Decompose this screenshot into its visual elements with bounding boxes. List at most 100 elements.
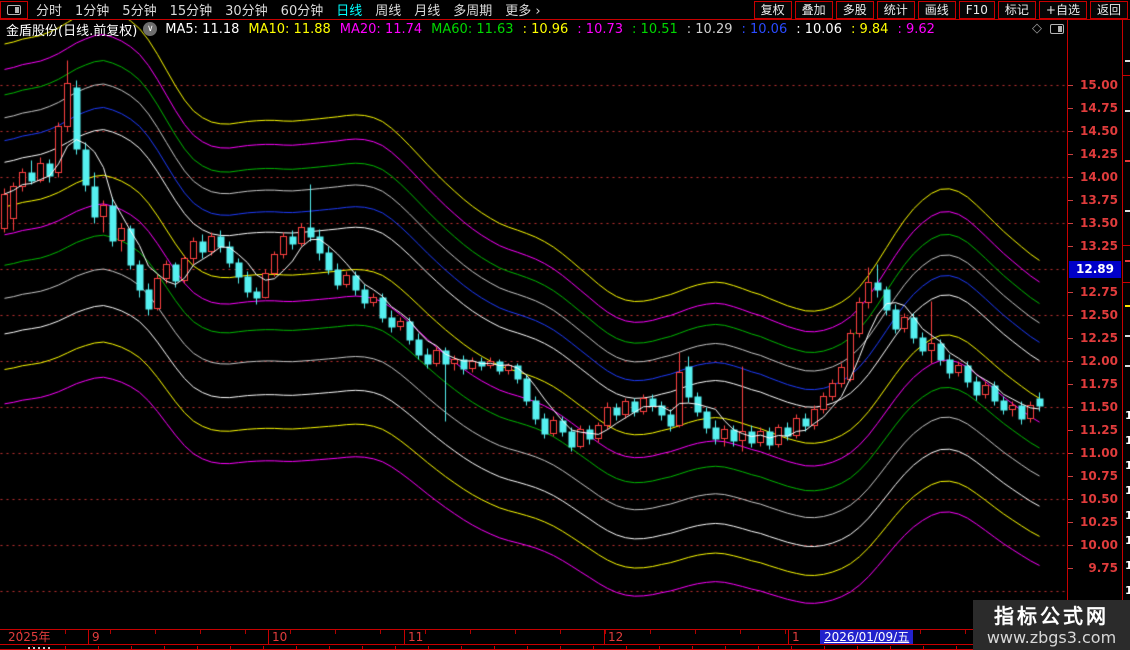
date-minor-tick [920, 630, 921, 634]
watermark-url: www.zbgs3.com [987, 628, 1116, 647]
price-axis-tick [1068, 522, 1073, 523]
ma-legend-item: : 10.51 [632, 22, 678, 37]
date-axis-label: 12 [608, 631, 623, 644]
price-axis-label: 11.00 [1080, 446, 1118, 460]
clipped-glyph-fragment [1125, 160, 1130, 162]
action-button-返回[interactable]: 返回 [1090, 1, 1128, 19]
price-axis-tick [1068, 407, 1073, 408]
price-axis-tick [1068, 85, 1073, 86]
date-minor-tick [65, 630, 66, 634]
clipped-glyph-fragment [1125, 365, 1130, 367]
toolbar-actions: 复权叠加多股统计画线F10标记+自选返回 [754, 1, 1128, 19]
period-tab-30分钟[interactable]: 30分钟 [225, 0, 268, 19]
date-minor-tick [290, 630, 291, 634]
price-axis-label: 13.75 [1080, 193, 1118, 207]
date-minor-tick [200, 630, 201, 634]
ma-legend-item: MA20: 11.74 [340, 22, 422, 37]
ma-legend: MA5: 11.18MA10: 11.88MA20: 11.74MA60: 11… [165, 22, 944, 37]
panel-toggle-icon[interactable] [1050, 24, 1064, 34]
action-button-画线[interactable]: 画线 [918, 1, 956, 19]
clipped-digit: 1 [1125, 410, 1130, 422]
date-minor-tick [380, 630, 381, 634]
diamond-marker-icon[interactable]: ◇ [1032, 22, 1042, 36]
price-axis: 15.0014.7514.5014.2514.0013.7513.5013.25… [1067, 20, 1122, 629]
price-axis-label: 9.75 [1088, 561, 1118, 575]
price-axis-label: 13.50 [1080, 216, 1118, 230]
price-axis-tick [1068, 430, 1073, 431]
price-axis-label: 14.00 [1080, 170, 1118, 184]
action-button-+自选[interactable]: +自选 [1039, 1, 1087, 19]
price-axis-label: 10.75 [1080, 469, 1118, 483]
price-axis-label: 14.50 [1080, 124, 1118, 138]
action-button-F10[interactable]: F10 [959, 1, 995, 19]
period-tab-多周期[interactable]: 多周期 [453, 0, 492, 19]
date-minor-tick [785, 630, 786, 634]
price-axis-tick [1068, 108, 1073, 109]
price-axis-tick [1068, 131, 1073, 132]
price-axis-tick [1068, 361, 1073, 362]
chevron-down-icon[interactable]: ∨ [143, 22, 157, 36]
date-axis-label: 2025年 [8, 631, 51, 644]
layout-toggle-button[interactable] [0, 1, 28, 19]
clipped-digit: 1 [1125, 485, 1130, 497]
current-price-tag: 12.89 [1069, 261, 1121, 278]
clipped-glyph-fragment [1125, 260, 1130, 262]
period-tab-周线[interactable]: 周线 [375, 0, 401, 19]
price-axis-label: 10.25 [1080, 515, 1118, 529]
period-tab-月线[interactable]: 月线 [414, 0, 440, 19]
date-minor-tick [515, 630, 516, 634]
month-divider [788, 630, 789, 644]
date-minor-tick [470, 630, 471, 634]
watermark-box: 指标公式网 www.zbgs3.com [973, 600, 1130, 650]
action-button-多股[interactable]: 多股 [836, 1, 874, 19]
clipped-bottom-row [0, 646, 1122, 650]
clipped-digit: 1 [1125, 460, 1130, 472]
date-minor-tick [650, 630, 651, 634]
date-minor-tick [245, 630, 246, 634]
stock-title: 金盾股份(日线.前复权) [6, 20, 137, 39]
clipped-digit: 1 [1125, 585, 1130, 597]
period-tab-更多 ›[interactable]: 更多 › [505, 0, 540, 19]
ma-legend-item: MA10: 11.88 [248, 22, 330, 37]
price-axis-label: 14.75 [1080, 101, 1118, 115]
action-button-复权[interactable]: 复权 [754, 1, 792, 19]
clipped-digit: 1 [1125, 510, 1130, 522]
period-tab-15分钟[interactable]: 15分钟 [170, 0, 213, 19]
period-tab-日线[interactable]: 日线 [336, 0, 362, 19]
price-axis-label: 14.25 [1080, 147, 1118, 161]
action-button-统计[interactable]: 统计 [877, 1, 915, 19]
month-divider [88, 630, 89, 644]
date-axis-label: 9 [92, 631, 100, 644]
price-axis-label: 11.50 [1080, 400, 1118, 414]
date-minor-tick [695, 630, 696, 634]
ma-legend-item: : 10.73 [577, 22, 623, 37]
clipped-digit: 1 [1125, 435, 1130, 447]
date-axis-label: 10 [272, 631, 287, 644]
date-minor-tick [155, 630, 156, 634]
period-tab-60分钟[interactable]: 60分钟 [281, 0, 324, 19]
ma-legend-item: : 9.84 [851, 22, 888, 37]
price-axis-tick [1068, 545, 1073, 546]
period-tab-分时[interactable]: 分时 [36, 0, 62, 19]
date-axis-label: 11 [408, 631, 423, 644]
action-button-叠加[interactable]: 叠加 [795, 1, 833, 19]
action-button-标记[interactable]: 标记 [998, 1, 1036, 19]
split-panel-icon [7, 5, 21, 15]
watermark-title: 指标公式网 [994, 604, 1109, 628]
clipped-text-fragment [28, 647, 50, 649]
period-tab-1分钟[interactable]: 1分钟 [75, 0, 109, 19]
candlestick-chart[interactable] [0, 20, 1067, 629]
clipped-glyph-fragment [1125, 60, 1130, 62]
date-minor-tick [965, 630, 966, 634]
clipped-row-separator [1123, 245, 1130, 246]
clipped-glyph-fragment [1125, 210, 1130, 212]
period-tab-5分钟[interactable]: 5分钟 [122, 0, 156, 19]
trading-app-window: 分时 1分钟 5分钟 15分钟 30分钟 60分钟日线周线月线多周期更多 › 复权叠加多股… [0, 0, 1130, 650]
price-axis-tick [1068, 499, 1073, 500]
date-minor-tick [560, 630, 561, 634]
price-axis-tick [1068, 246, 1073, 247]
price-axis-label: 12.25 [1080, 331, 1118, 345]
clipped-glyph-fragment [1125, 335, 1130, 337]
date-axis-label: 1 [792, 631, 800, 644]
period-toolbar: 分时 1分钟 5分钟 15分钟 30分钟 60分钟日线周线月线多周期更多 › 复权叠加多股… [0, 0, 1130, 20]
